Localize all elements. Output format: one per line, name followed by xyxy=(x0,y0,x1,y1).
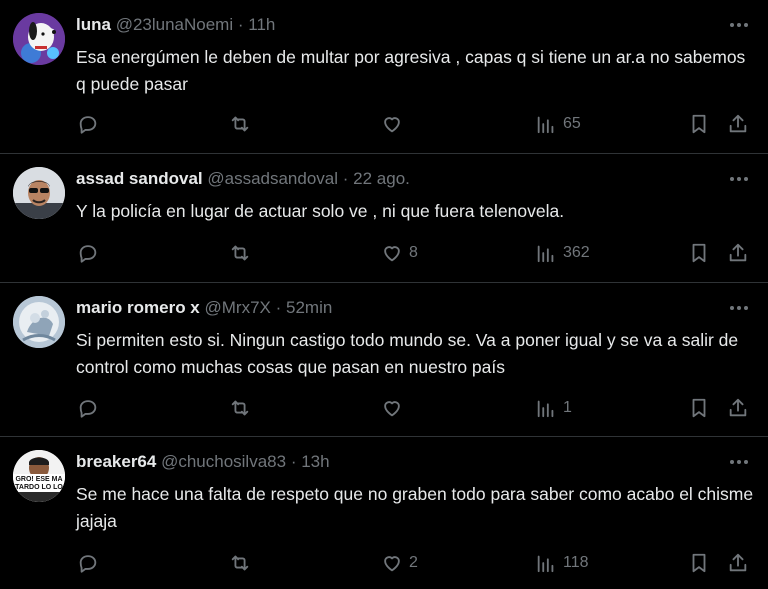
like-icon xyxy=(384,117,400,133)
retweet-button[interactable] xyxy=(229,394,251,422)
more-icon[interactable] xyxy=(725,297,753,319)
display-name[interactable]: luna xyxy=(76,15,111,34)
views-button[interactable]: 362 xyxy=(535,239,590,267)
user-handle[interactable]: @23lunaNoemi xyxy=(116,15,233,34)
tweet-actions: 2 118 xyxy=(0,549,768,577)
bookmark-button[interactable] xyxy=(688,239,710,267)
retweet-button[interactable] xyxy=(229,110,251,138)
separator: · xyxy=(342,169,349,188)
svg-text:TARDO LO LO: TARDO LO LO xyxy=(15,484,63,491)
bookmark-button[interactable] xyxy=(688,394,710,422)
views-icon xyxy=(537,400,554,418)
avatar[interactable] xyxy=(13,13,65,65)
tweet-header: luna @23lunaNoemi · 11h xyxy=(76,13,275,37)
share-button[interactable] xyxy=(727,239,749,267)
view-count: 1 xyxy=(563,399,572,416)
timestamp[interactable]: 11h xyxy=(248,15,275,34)
like-count: 2 xyxy=(409,554,418,571)
user-handle[interactable]: @chuchosilva83 xyxy=(161,452,286,471)
retweet-icon xyxy=(231,555,249,571)
tweet[interactable]: luna @23lunaNoemi · 11h Esa energúmen le… xyxy=(0,0,768,154)
user-handle[interactable]: @assadsandoval xyxy=(207,169,338,188)
display-name[interactable]: assad sandoval xyxy=(76,169,203,188)
reply-icon xyxy=(79,555,97,573)
retweet-button[interactable] xyxy=(229,239,251,267)
separator: · xyxy=(290,452,297,471)
more-icon[interactable] xyxy=(725,14,753,36)
tweet-text: Se me hace una falta de respeto que no g… xyxy=(76,484,754,531)
reply-button[interactable] xyxy=(77,549,99,577)
avatar-caption: GRO! ESE MA xyxy=(15,476,62,483)
share-icon xyxy=(729,398,747,417)
more-icon[interactable] xyxy=(725,451,753,473)
separator: · xyxy=(275,298,282,317)
reply-button[interactable] xyxy=(77,394,99,422)
bookmark-icon xyxy=(692,243,706,263)
tweet[interactable]: assad sandoval @assadsandoval · 22 ago. … xyxy=(0,154,768,283)
more-icon[interactable] xyxy=(725,168,753,190)
bookmark-icon xyxy=(692,114,706,134)
views-button[interactable]: 1 xyxy=(535,394,572,422)
timestamp[interactable]: 13h xyxy=(301,452,329,471)
like-button[interactable]: 2 xyxy=(381,549,418,577)
bookmark-button[interactable] xyxy=(688,549,710,577)
reply-button[interactable] xyxy=(77,239,99,267)
views-button[interactable]: 118 xyxy=(535,549,589,577)
tweet[interactable]: GRO! ESE MA TARDO LO LO breaker64 @chuch… xyxy=(0,437,768,589)
tweet-actions: 1 xyxy=(0,394,768,422)
timestamp[interactable]: 52min xyxy=(286,298,332,317)
view-count: 118 xyxy=(563,554,589,571)
share-icon xyxy=(729,114,747,133)
separator: · xyxy=(237,15,244,34)
reply-button[interactable] xyxy=(77,110,99,138)
views-icon xyxy=(537,245,554,263)
tweet-actions: 65 xyxy=(0,110,768,138)
share-icon xyxy=(729,243,747,262)
bookmark-icon xyxy=(692,398,706,418)
bookmark-icon xyxy=(692,553,706,573)
retweet-button[interactable] xyxy=(229,549,251,577)
display-name[interactable]: breaker64 xyxy=(76,452,156,471)
like-button[interactable] xyxy=(381,110,409,138)
tweet-header: assad sandoval @assadsandoval · 22 ago. xyxy=(76,167,410,191)
reply-icon xyxy=(79,245,97,263)
tweet-actions: 8 362 xyxy=(0,239,768,267)
timestamp[interactable]: 22 ago. xyxy=(353,169,410,188)
retweet-icon xyxy=(231,400,249,416)
avatar[interactable] xyxy=(13,296,65,348)
share-button[interactable] xyxy=(727,549,749,577)
share-button[interactable] xyxy=(727,110,749,138)
like-button[interactable]: 8 xyxy=(381,239,418,267)
tweet-header: mario romero x @Mrx7X · 52min xyxy=(76,296,332,320)
share-button[interactable] xyxy=(727,394,749,422)
like-icon xyxy=(384,246,400,262)
avatar[interactable] xyxy=(13,167,65,219)
view-count: 65 xyxy=(563,115,581,132)
tweet[interactable]: mario romero x @Mrx7X · 52min Si permite… xyxy=(0,283,768,437)
user-handle[interactable]: @Mrx7X xyxy=(205,298,271,317)
views-button[interactable]: 65 xyxy=(535,110,581,138)
retweet-icon xyxy=(231,116,249,132)
tweet-text: Si permiten esto si. Ningun castigo todo… xyxy=(76,330,739,377)
view-count: 362 xyxy=(563,244,590,261)
like-button[interactable] xyxy=(381,394,409,422)
tweet-header: breaker64 @chuchosilva83 · 13h xyxy=(76,450,330,474)
display-name[interactable]: mario romero x xyxy=(76,298,200,317)
reply-icon xyxy=(79,116,97,134)
bookmark-button[interactable] xyxy=(688,110,710,138)
views-icon xyxy=(537,555,554,573)
like-count: 8 xyxy=(409,244,418,261)
tweet-text: Esa energúmen le deben de multar por agr… xyxy=(76,47,746,94)
tweet-text: Y la policía en lugar de actuar solo ve … xyxy=(76,201,565,221)
like-icon xyxy=(384,556,400,572)
avatar[interactable]: GRO! ESE MA TARDO LO LO xyxy=(13,450,65,502)
views-icon xyxy=(537,116,554,134)
share-icon xyxy=(729,553,747,572)
like-icon xyxy=(384,401,400,417)
reply-icon xyxy=(79,400,97,418)
retweet-icon xyxy=(231,245,249,261)
